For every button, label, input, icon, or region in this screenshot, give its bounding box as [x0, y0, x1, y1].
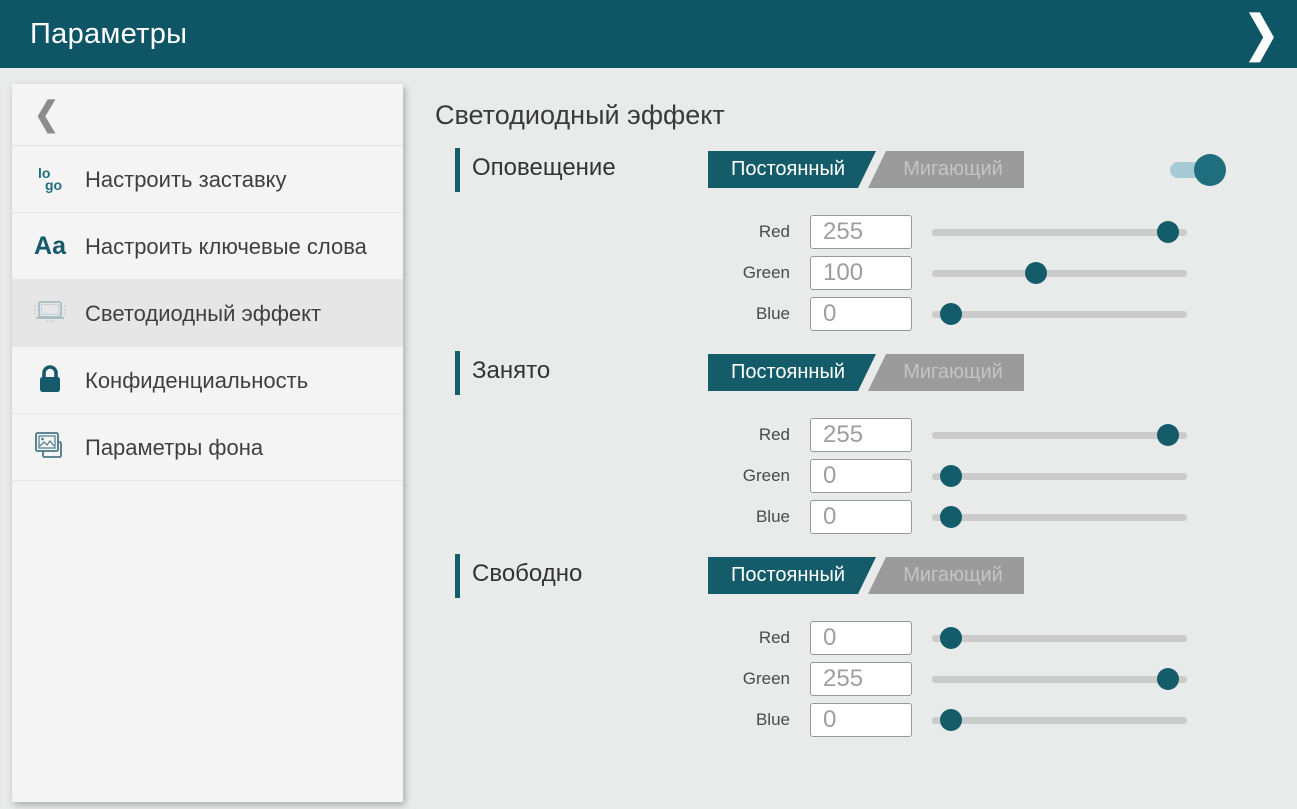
green-value-input[interactable]: [810, 662, 912, 696]
sidebar-item-label: Настроить заставку: [85, 166, 287, 193]
sidebar-item-label: Светодиодный эффект: [85, 300, 321, 327]
channel-label: Blue: [435, 507, 790, 527]
green-slider[interactable]: [932, 262, 1187, 284]
channel-label: Green: [435, 669, 790, 689]
slider-thumb[interactable]: [940, 465, 962, 487]
mode-blinking-button[interactable]: Мигающий: [868, 354, 1024, 391]
slider-track: [932, 270, 1187, 277]
mode-blinking-button[interactable]: Мигающий: [868, 151, 1024, 188]
section-busy: Занято Постоянный Мигающий Red Green: [435, 351, 1297, 537]
slider-track: [932, 432, 1187, 439]
sidebar-item-label: Настроить ключевые слова: [85, 233, 367, 260]
section-accent-bar: [455, 554, 460, 598]
red-slider[interactable]: [932, 221, 1187, 243]
section-accent-bar: [455, 351, 460, 395]
led-screen-icon: [30, 297, 70, 329]
channel-row-blue: Blue: [435, 293, 1297, 334]
section-label: Свободно: [472, 560, 582, 588]
green-slider[interactable]: [932, 465, 1187, 487]
red-slider[interactable]: [932, 424, 1187, 446]
slider-track: [932, 473, 1187, 480]
sidebar-back-button[interactable]: ❮: [12, 84, 403, 146]
channel-label: Green: [435, 263, 790, 283]
channel-label: Red: [435, 222, 790, 242]
page-title: Параметры: [0, 18, 187, 51]
slider-thumb[interactable]: [940, 506, 962, 528]
app-header: Параметры ❯: [0, 0, 1297, 68]
slider-track: [932, 311, 1187, 318]
logo-icon: logo: [30, 167, 70, 191]
blue-value-input[interactable]: [810, 703, 912, 737]
channel-label: Green: [435, 466, 790, 486]
collapse-forward-icon[interactable]: ❯: [1226, 0, 1297, 73]
mode-constant-button[interactable]: Постоянный: [708, 354, 876, 391]
panel-title: Светодиодный эффект: [435, 100, 1297, 131]
sidebar-item-label: Параметры фона: [85, 434, 263, 461]
mode-constant-button[interactable]: Постоянный: [708, 557, 876, 594]
slider-thumb[interactable]: [1025, 262, 1047, 284]
mode-toggle-group: Постоянный Мигающий: [708, 557, 1024, 594]
slider-thumb[interactable]: [940, 627, 962, 649]
slider-thumb[interactable]: [1157, 221, 1179, 243]
green-slider[interactable]: [932, 668, 1187, 690]
mode-constant-button[interactable]: Постоянный: [708, 151, 876, 188]
channel-row-green: Green: [435, 658, 1297, 699]
sidebar-item-screensaver[interactable]: logo Настроить заставку: [12, 146, 403, 213]
channel-row-green: Green: [435, 252, 1297, 293]
channel-row-blue: Blue: [435, 496, 1297, 537]
blue-slider[interactable]: [932, 506, 1187, 528]
mode-blinking-button[interactable]: Мигающий: [868, 557, 1024, 594]
notification-led-switch[interactable]: [1170, 154, 1223, 186]
section-notification: Оповещение Постоянный Мигающий Red Green: [435, 148, 1297, 334]
sidebar-item-label: Конфиденциальность: [85, 367, 308, 394]
lock-icon: [30, 363, 70, 397]
red-value-input[interactable]: [810, 621, 912, 655]
settings-sidebar: ❮ logo Настроить заставку Aa Настроить к…: [12, 84, 403, 802]
blue-slider[interactable]: [932, 303, 1187, 325]
red-value-input[interactable]: [810, 215, 912, 249]
channel-row-blue: Blue: [435, 699, 1297, 740]
section-label: Занято: [472, 357, 550, 385]
section-accent-bar: [455, 148, 460, 192]
slider-track: [932, 676, 1187, 683]
sidebar-item-background[interactable]: Параметры фона: [12, 414, 403, 481]
keywords-aa-icon: Aa: [30, 232, 70, 261]
slider-thumb[interactable]: [1157, 668, 1179, 690]
sidebar-item-keywords[interactable]: Aa Настроить ключевые слова: [12, 213, 403, 280]
section-label: Оповещение: [472, 154, 616, 182]
background-images-icon: [30, 430, 70, 464]
led-effect-panel: Светодиодный эффект Оповещение Постоянны…: [435, 68, 1297, 809]
blue-value-input[interactable]: [810, 297, 912, 331]
sidebar-item-led-effect[interactable]: Светодиодный эффект: [12, 280, 403, 347]
blue-value-input[interactable]: [810, 500, 912, 534]
channel-label: Blue: [435, 710, 790, 730]
slider-track: [932, 514, 1187, 521]
channel-label: Blue: [435, 304, 790, 324]
mode-toggle-group: Постоянный Мигающий: [708, 354, 1024, 391]
slider-thumb[interactable]: [940, 709, 962, 731]
channel-label: Red: [435, 628, 790, 648]
green-value-input[interactable]: [810, 459, 912, 493]
section-free: Свободно Постоянный Мигающий Red Green: [435, 554, 1297, 740]
switch-knob: [1194, 154, 1226, 186]
channel-label: Red: [435, 425, 790, 445]
channel-row-green: Green: [435, 455, 1297, 496]
slider-track: [932, 635, 1187, 642]
blue-slider[interactable]: [932, 709, 1187, 731]
back-chevron-icon: ❮: [34, 95, 59, 134]
channel-row-red: Red: [435, 414, 1297, 455]
channel-row-red: Red: [435, 617, 1297, 658]
channel-row-red: Red: [435, 211, 1297, 252]
mode-toggle-group: Постоянный Мигающий: [708, 151, 1024, 188]
slider-thumb[interactable]: [1157, 424, 1179, 446]
slider-thumb[interactable]: [940, 303, 962, 325]
slider-track: [932, 717, 1187, 724]
green-value-input[interactable]: [810, 256, 912, 290]
red-value-input[interactable]: [810, 418, 912, 452]
sidebar-item-privacy[interactable]: Конфиденциальность: [12, 347, 403, 414]
slider-track: [932, 229, 1187, 236]
red-slider[interactable]: [932, 627, 1187, 649]
